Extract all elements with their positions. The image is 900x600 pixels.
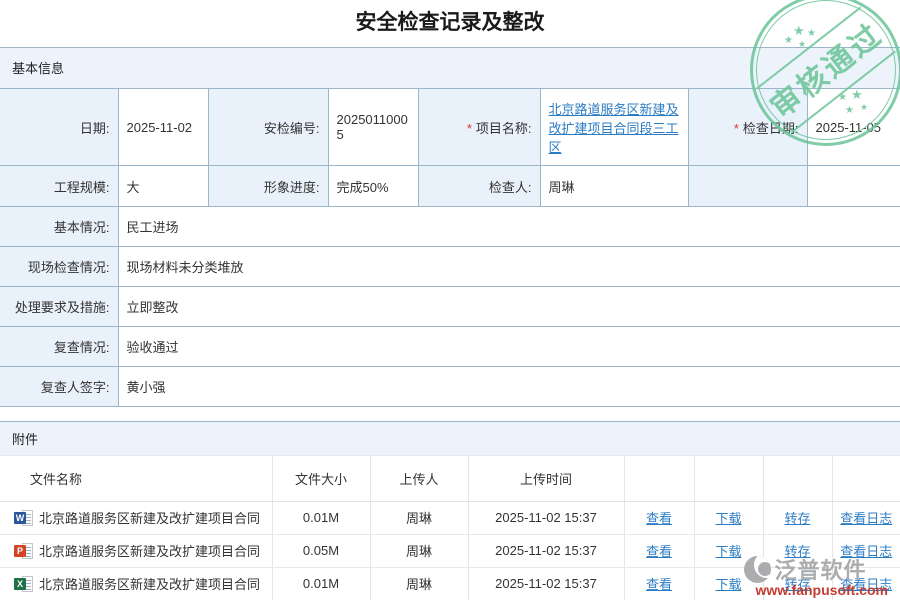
required-asterisk: *	[734, 121, 739, 136]
file-upload-time: 2025-11-02 15:37	[468, 567, 624, 600]
check-date-label: * 检查日期:	[688, 89, 807, 166]
basic-situation-label: 基本情况:	[0, 207, 118, 247]
measures-value: 立即整改	[118, 287, 900, 327]
transfer-link[interactable]: 转存	[784, 511, 810, 526]
file-uploader: 周琳	[370, 534, 468, 567]
file-uploader: 周琳	[370, 567, 468, 600]
view-link[interactable]: 查看	[646, 511, 672, 526]
measures-label: 处理要求及措施:	[0, 287, 118, 327]
date-value: 2025-11-02	[118, 89, 208, 166]
download-link[interactable]: 下载	[715, 577, 741, 592]
attachment-row: X 北京路道服务区新建及改扩建项目合同 0.01M 周琳 2025-11-02 …	[0, 567, 900, 600]
view-link[interactable]: 查看	[646, 544, 672, 559]
project-name-value: 北京路道服务区新建及改扩建项目合同段三工区	[540, 89, 688, 166]
file-name: 北京路道服务区新建及改扩建项目合同	[39, 544, 260, 559]
column-header-action-1	[624, 456, 694, 501]
transfer-link[interactable]: 转存	[784, 577, 810, 592]
inspector-label: 检查人:	[418, 166, 540, 207]
file-name-cell: W 北京路道服务区新建及改扩建项目合同	[0, 501, 272, 534]
recheck-value: 验收通过	[118, 327, 900, 367]
column-header-upload-time: 上传时间	[468, 456, 624, 501]
basic-situation-value: 民工进场	[118, 207, 900, 247]
attachment-row: P 北京路道服务区新建及改扩建项目合同 0.05M 周琳 2025-11-02 …	[0, 534, 900, 567]
column-header-file-size: 文件大小	[272, 456, 370, 501]
basic-info-section-header: 基本信息	[0, 47, 900, 88]
check-date-label-text: 检查日期:	[743, 121, 799, 136]
file-size: 0.01M	[272, 501, 370, 534]
basic-info-table: 日期: 2025-11-02 安检编号: 20250110005 *项目名称: …	[0, 88, 900, 407]
inspection-no-label: 安检编号:	[208, 89, 328, 166]
file-name-cell: P 北京路道服务区新建及改扩建项目合同	[0, 534, 272, 567]
recheck-sign-label: 复查人签字:	[0, 367, 118, 407]
column-header-action-4	[832, 456, 900, 501]
progress-value: 完成50%	[328, 166, 418, 207]
excel-file-icon: X	[14, 576, 33, 592]
page-title: 安全检查记录及整改	[0, 0, 900, 46]
column-header-action-3	[763, 456, 832, 501]
attachment-row: W 北京路道服务区新建及改扩建项目合同 0.01M 周琳 2025-11-02 …	[0, 501, 900, 534]
project-name-label-text: 项目名称:	[476, 121, 532, 136]
column-header-uploader: 上传人	[370, 456, 468, 501]
site-check-label: 现场检查情况:	[0, 247, 118, 287]
empty-label-cell	[688, 166, 807, 207]
column-header-action-2	[694, 456, 763, 501]
project-name-link[interactable]: 北京路道服务区新建及改扩建项目合同段三工区	[549, 102, 679, 155]
site-check-value: 现场材料未分类堆放	[118, 247, 900, 287]
attachments-section-header: 附件	[0, 421, 900, 456]
file-size: 0.01M	[272, 567, 370, 600]
required-asterisk: *	[467, 121, 472, 136]
transfer-link[interactable]: 转存	[784, 544, 810, 559]
recheck-sign-value: 黄小强	[118, 367, 900, 407]
ppt-file-icon: P	[14, 543, 33, 559]
file-upload-time: 2025-11-02 15:37	[468, 501, 624, 534]
view-log-link[interactable]: 查看日志	[840, 577, 892, 592]
inspector-value: 周琳	[540, 166, 688, 207]
file-name-cell: X 北京路道服务区新建及改扩建项目合同	[0, 567, 272, 600]
project-name-label: * 项目名称:	[418, 89, 540, 166]
empty-value-cell	[807, 166, 900, 207]
download-link[interactable]: 下载	[715, 544, 741, 559]
view-log-link[interactable]: 查看日志	[840, 544, 892, 559]
check-date-value: 2025-11-05	[807, 89, 900, 166]
file-name: 北京路道服务区新建及改扩建项目合同	[39, 511, 260, 526]
download-link[interactable]: 下载	[715, 511, 741, 526]
word-file-icon: W	[14, 510, 33, 526]
column-header-file-name: 文件名称	[0, 456, 272, 501]
file-upload-time: 2025-11-02 15:37	[468, 534, 624, 567]
progress-label: 形象进度:	[208, 166, 328, 207]
file-name: 北京路道服务区新建及改扩建项目合同	[39, 577, 260, 592]
inspection-no-value: 20250110005	[328, 89, 418, 166]
view-link[interactable]: 查看	[646, 577, 672, 592]
attachments-table: 文件名称 文件大小 上传人 上传时间 W 北京路道服务区新建及改扩建项目合同 0…	[0, 456, 900, 600]
date-label: 日期:	[0, 89, 118, 166]
scale-label: 工程规模:	[0, 166, 118, 207]
recheck-label: 复查情况:	[0, 327, 118, 367]
file-uploader: 周琳	[370, 501, 468, 534]
view-log-link[interactable]: 查看日志	[840, 511, 892, 526]
scale-value: 大	[118, 166, 208, 207]
safety-inspection-record-page: 安全检查记录及整改 基本信息 日期: 2025-11-02 安检编号: 2025…	[0, 0, 900, 600]
file-size: 0.05M	[272, 534, 370, 567]
